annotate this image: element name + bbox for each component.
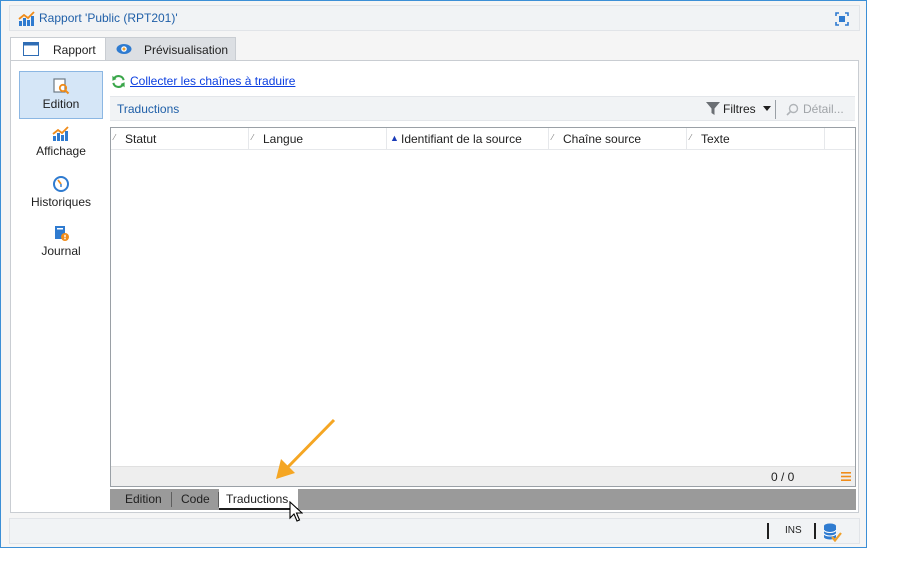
window-title: Rapport 'Public (RPT201)' xyxy=(39,11,178,25)
search-icon xyxy=(786,103,799,116)
sidebar-item-edition[interactable]: Edition xyxy=(19,71,103,119)
filters-label: Filtres xyxy=(723,102,756,116)
translations-grid: ⁄ Statut ⁄ Langue ▲ Identifiant de la so… xyxy=(110,127,856,487)
column-chaine-source-label: Chaîne source xyxy=(563,132,642,146)
application-window: Rapport 'Public (RPT201)' Rapport Prévis… xyxy=(0,0,867,548)
column-identifiant-source-label: Identifiant de la source xyxy=(401,132,522,146)
status-separator xyxy=(814,523,816,539)
grid-status-bar: 0 / 0 xyxy=(111,466,855,486)
menu-icon[interactable] xyxy=(841,472,851,481)
column-texte-label: Texte xyxy=(701,132,730,146)
subtab-code-label: Code xyxy=(181,492,210,506)
toolbar-title: Traductions xyxy=(117,102,180,116)
sort-ascending-icon: ▲ xyxy=(390,133,399,143)
collect-strings-link[interactable]: Collecter les chaînes à traduire xyxy=(130,74,295,88)
column-statut[interactable]: ⁄ Statut xyxy=(111,128,249,150)
column-chaine-source[interactable]: ⁄ Chaîne source xyxy=(549,128,687,150)
column-langue[interactable]: ⁄ Langue xyxy=(249,128,387,150)
column-statut-label: Statut xyxy=(125,132,157,146)
chart-icon xyxy=(52,126,69,141)
chevron-down-icon xyxy=(763,106,771,111)
sidebar-item-affichage[interactable]: Affichage xyxy=(19,121,103,169)
sidebar-item-affichage-label: Affichage xyxy=(36,144,86,158)
report-chart-icon xyxy=(18,11,35,26)
database-icon[interactable] xyxy=(822,522,842,542)
refresh-icon[interactable] xyxy=(111,74,126,89)
journal-icon xyxy=(55,226,69,241)
column-identifiant-source[interactable]: ▲ Identifiant de la source xyxy=(387,128,549,150)
column-texte[interactable]: ⁄ Texte xyxy=(687,128,825,150)
sidebar-item-journal[interactable]: Journal xyxy=(19,219,103,267)
sort-indicator-icon: ⁄ xyxy=(690,133,692,142)
eye-icon xyxy=(116,44,132,54)
window-icon xyxy=(23,42,39,56)
status-separator xyxy=(767,523,769,539)
tab-previsualisation-label: Prévisualisation xyxy=(144,43,229,57)
filter-icon xyxy=(706,102,720,115)
maximize-icon[interactable] xyxy=(833,10,851,28)
tab-rapport-label: Rapport xyxy=(53,43,96,57)
toolbar-separator xyxy=(775,100,776,119)
subtab-traductions[interactable]: Traductions xyxy=(219,489,298,510)
insert-mode-indicator: INS xyxy=(785,525,802,536)
tab-rapport[interactable]: Rapport xyxy=(10,37,106,62)
subtab-traductions-label: Traductions xyxy=(226,492,289,506)
subtab-code[interactable]: Code xyxy=(172,489,218,510)
detail-label: Détail... xyxy=(803,102,844,116)
history-icon xyxy=(53,176,69,192)
column-langue-label: Langue xyxy=(263,132,304,146)
edit-search-icon xyxy=(53,78,70,95)
sidebar-item-historiques[interactable]: Historiques xyxy=(19,170,103,218)
sort-indicator-icon: ⁄ xyxy=(114,133,116,142)
sort-indicator-icon: ⁄ xyxy=(252,133,254,142)
title-bar: Rapport 'Public (RPT201)' xyxy=(9,5,860,31)
content-panel: Edition Affichage Historiques Journal Co… xyxy=(10,60,859,513)
grid-header: ⁄ Statut ⁄ Langue ▲ Identifiant de la so… xyxy=(111,128,855,150)
tab-previsualisation[interactable]: Prévisualisation xyxy=(105,37,236,61)
sidebar-item-historiques-label: Historiques xyxy=(30,195,92,209)
record-count: 0 / 0 xyxy=(771,470,795,484)
sidebar-item-journal-label: Journal xyxy=(41,244,81,258)
subtab-edition[interactable]: Edition xyxy=(110,489,171,510)
translations-toolbar: Traductions Filtres Détail... xyxy=(110,96,855,121)
subtab-edition-label: Edition xyxy=(125,492,162,506)
sidebar-item-edition-label: Edition xyxy=(42,97,80,111)
status-bar: INS xyxy=(9,518,860,544)
sort-indicator-icon: ⁄ xyxy=(552,133,554,142)
sub-tabs: Edition Code Traductions xyxy=(110,489,856,510)
